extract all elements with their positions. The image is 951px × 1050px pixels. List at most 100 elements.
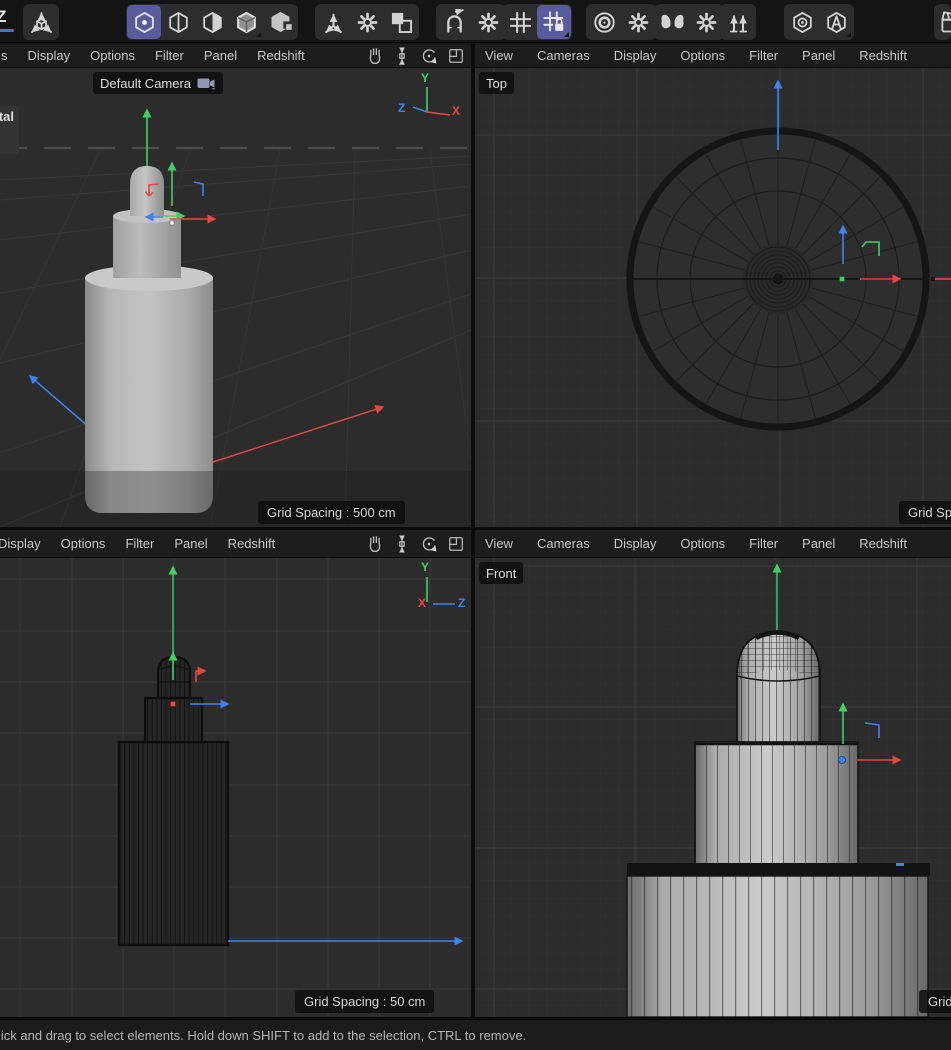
viewport-top[interactable]: Top Grid Sp — [475, 68, 951, 527]
grid-spacing-label: Grid Sp — [899, 501, 951, 524]
menu-item-options[interactable]: Options — [90, 48, 135, 63]
axis-scale-icon[interactable] — [24, 5, 58, 39]
symmetry-icon[interactable] — [655, 5, 689, 39]
camera-icon — [197, 77, 216, 90]
horizontal-splitter[interactable] — [0, 527, 951, 530]
maximize-icon[interactable] — [445, 533, 467, 555]
menu-item-redshift[interactable]: Redshift — [859, 536, 907, 551]
menu-item-options[interactable]: Options — [680, 48, 725, 63]
grid-spacing-label: Grid Spacing : 50 cm — [295, 990, 434, 1013]
vertical-splitter[interactable] — [471, 44, 475, 1017]
menu-item-redshift[interactable]: Redshift — [859, 48, 907, 63]
menu-item-filter[interactable]: Filter — [155, 48, 184, 63]
menu-item-cameras[interactable]: Cameras — [537, 536, 590, 551]
display-mode-group — [784, 4, 854, 40]
rotate-handle-x — [196, 671, 205, 682]
axis-label-x: X — [418, 596, 426, 610]
rotate-icon[interactable] — [418, 45, 440, 67]
menu-item-panel[interactable]: Panel — [174, 536, 207, 551]
viewport-menubar-top: s Display Options Filter Panel Redshift — [0, 44, 951, 68]
axis-label-z: Z — [458, 596, 465, 610]
workplane-icon[interactable] — [384, 5, 418, 39]
symmetry-group — [654, 4, 724, 40]
mode-group — [126, 4, 298, 40]
double-up-arrow-icon[interactable] — [721, 5, 755, 39]
points-mode-icon[interactable] — [127, 5, 161, 39]
flyout-corner — [256, 32, 261, 37]
hexagon-a-icon[interactable] — [819, 5, 853, 39]
axis-label-y: Y — [421, 560, 429, 574]
arrows-group — [720, 4, 756, 40]
menu-item-redshift[interactable]: Redshift — [257, 48, 305, 63]
snap-group — [436, 4, 506, 40]
menu-item-display[interactable]: Display — [614, 536, 657, 551]
view-axis-gizmo — [427, 577, 455, 604]
front-canvas[interactable] — [475, 558, 951, 1017]
texture-mode-icon[interactable] — [263, 5, 297, 39]
camera-label[interactable]: Default Camera — [93, 72, 223, 94]
grid-icon[interactable] — [503, 5, 537, 39]
target-rings-icon[interactable] — [587, 5, 621, 39]
gizmo-origin-dot — [839, 757, 846, 764]
menu-item-display[interactable]: Display — [614, 48, 657, 63]
right-view-menubar: Display Options Filter Panel Redshift — [0, 530, 471, 557]
selected-vertex[interactable] — [170, 221, 174, 225]
viewport-perspective[interactable]: Y Z X tal Default Camera Grid Spacing : … — [0, 68, 471, 527]
menu-item-panel[interactable]: Panel — [802, 536, 835, 551]
gear-icon[interactable] — [689, 5, 723, 39]
pan-hand-icon[interactable] — [364, 45, 386, 67]
menu-item-filter[interactable]: Filter — [749, 48, 778, 63]
rim-highlight — [896, 863, 904, 866]
perspective-canvas[interactable] — [0, 68, 471, 527]
polygons-mode-icon[interactable] — [195, 5, 229, 39]
edges-mode-icon[interactable] — [161, 5, 195, 39]
hexagon-eye-icon[interactable] — [785, 5, 819, 39]
view-axis-gizmo — [413, 87, 450, 115]
tool-group — [315, 4, 419, 40]
gear-icon[interactable] — [471, 5, 505, 39]
rotate-icon[interactable] — [418, 533, 440, 555]
axis-scale-group — [23, 4, 59, 40]
gear-icon[interactable] — [621, 5, 655, 39]
flyout-corner — [564, 32, 569, 37]
dolly-icon[interactable] — [391, 45, 413, 67]
menu-item-view[interactable]: View — [485, 48, 513, 63]
menu-item-panel[interactable]: Panel — [204, 48, 237, 63]
menu-item-view[interactable]: View — [485, 536, 513, 551]
clapper-icon[interactable] — [935, 5, 951, 39]
body-top-rim — [627, 863, 930, 876]
menu-item-partial[interactable]: s — [1, 48, 8, 63]
viewport-right-side[interactable]: Y X Z Grid Spacing : 50 cm — [0, 558, 471, 1017]
menu-item-filter[interactable]: Filter — [749, 536, 778, 551]
menu-item-cameras[interactable]: Cameras — [537, 48, 590, 63]
menu-item-display[interactable]: Display — [0, 536, 41, 551]
model-mode-icon[interactable] — [229, 5, 263, 39]
snap-magnet-icon[interactable] — [437, 5, 471, 39]
grid-spacing-label: Grid — [919, 990, 951, 1013]
maximize-icon[interactable] — [445, 45, 467, 67]
dolly-icon[interactable] — [391, 533, 413, 555]
coordinate-z-button[interactable]: Z — [0, 7, 6, 27]
gizmo-origin-dot — [171, 702, 176, 707]
clapper-group — [934, 4, 951, 40]
menu-item-filter[interactable]: Filter — [125, 536, 154, 551]
gear-icon[interactable] — [350, 5, 384, 39]
viewport-menubar-bottom: Display Options Filter Panel Redshift — [0, 530, 951, 558]
rotate-handle-z — [194, 182, 203, 196]
bottle-wireframe-side[interactable] — [119, 657, 228, 945]
menu-item-options[interactable]: Options — [680, 536, 725, 551]
status-bar: lick and drag to select elements. Hold d… — [0, 1019, 951, 1050]
viewport-front[interactable]: Front Grid — [475, 558, 951, 1017]
persp-menubar: s Display Options Filter Panel Redshift — [0, 44, 471, 67]
side-canvas[interactable] — [0, 558, 471, 1017]
pan-hand-icon[interactable] — [364, 533, 386, 555]
flyout-corner — [846, 32, 851, 37]
menu-item-panel[interactable]: Panel — [802, 48, 835, 63]
menu-item-display[interactable]: Display — [28, 48, 71, 63]
top-canvas[interactable] — [475, 68, 951, 527]
viewport-title: Top — [479, 72, 514, 94]
menu-item-redshift[interactable]: Redshift — [228, 536, 276, 551]
grid-lock-icon[interactable] — [537, 5, 571, 39]
menu-item-options[interactable]: Options — [61, 536, 106, 551]
move-branch-icon[interactable] — [316, 5, 350, 39]
